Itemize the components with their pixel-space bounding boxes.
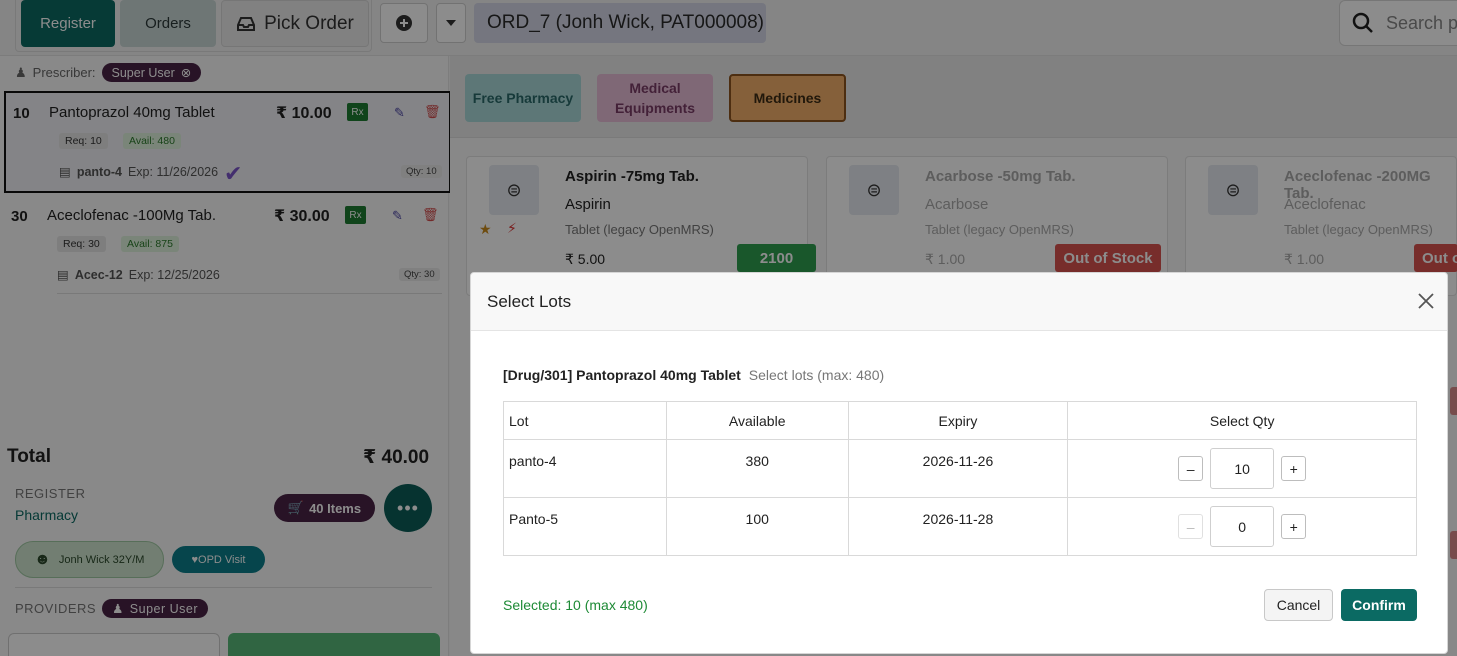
quantity-stepper: – + (1178, 506, 1307, 547)
drug-name: [Drug/301] Pantoprazol 40mg Tablet (503, 367, 741, 383)
qty-input[interactable] (1210, 506, 1275, 547)
lots-table: Lot Available Expiry Select Qty panto-4 … (503, 401, 1417, 556)
col-lot: Lot (503, 401, 667, 440)
table-header-row: Lot Available Expiry Select Qty (503, 401, 1417, 440)
close-icon[interactable] (1416, 291, 1436, 311)
col-available: Available (665, 401, 849, 440)
lot-cell: Panto-5 (503, 497, 667, 556)
confirm-button[interactable]: Confirm (1341, 589, 1417, 621)
drug-hint: Select lots (max: 480) (748, 367, 885, 383)
table-row: Panto-5 100 2026-11-28 – + (503, 497, 1417, 556)
decrement-button[interactable]: – (1178, 514, 1204, 539)
table-row: panto-4 380 2026-11-26 – + (503, 439, 1417, 498)
decrement-button[interactable]: – (1178, 456, 1204, 481)
quantity-stepper: – + (1178, 448, 1307, 489)
qty-cell: – + (1067, 497, 1417, 556)
available-cell: 100 (665, 497, 849, 556)
increment-button[interactable]: + (1281, 456, 1307, 481)
col-expiry: Expiry (847, 401, 1069, 440)
col-select-qty: Select Qty (1067, 401, 1417, 440)
modal-header: Select Lots (471, 273, 1447, 331)
selection-summary: Selected: 10 (max 480) (503, 597, 648, 613)
drug-line: [Drug/301] Pantoprazol 40mg Tablet Selec… (503, 367, 884, 383)
select-lots-modal: Select Lots [Drug/301] Pantoprazol 40mg … (470, 272, 1448, 654)
qty-cell: – + (1067, 439, 1417, 498)
increment-button[interactable]: + (1281, 514, 1307, 539)
modal-title: Select Lots (487, 292, 572, 311)
cancel-button[interactable]: Cancel (1264, 589, 1333, 621)
lot-cell: panto-4 (503, 439, 667, 498)
expiry-cell: 2026-11-26 (847, 439, 1069, 498)
expiry-cell: 2026-11-28 (847, 497, 1069, 556)
qty-input[interactable] (1210, 448, 1275, 489)
available-cell: 380 (665, 439, 849, 498)
